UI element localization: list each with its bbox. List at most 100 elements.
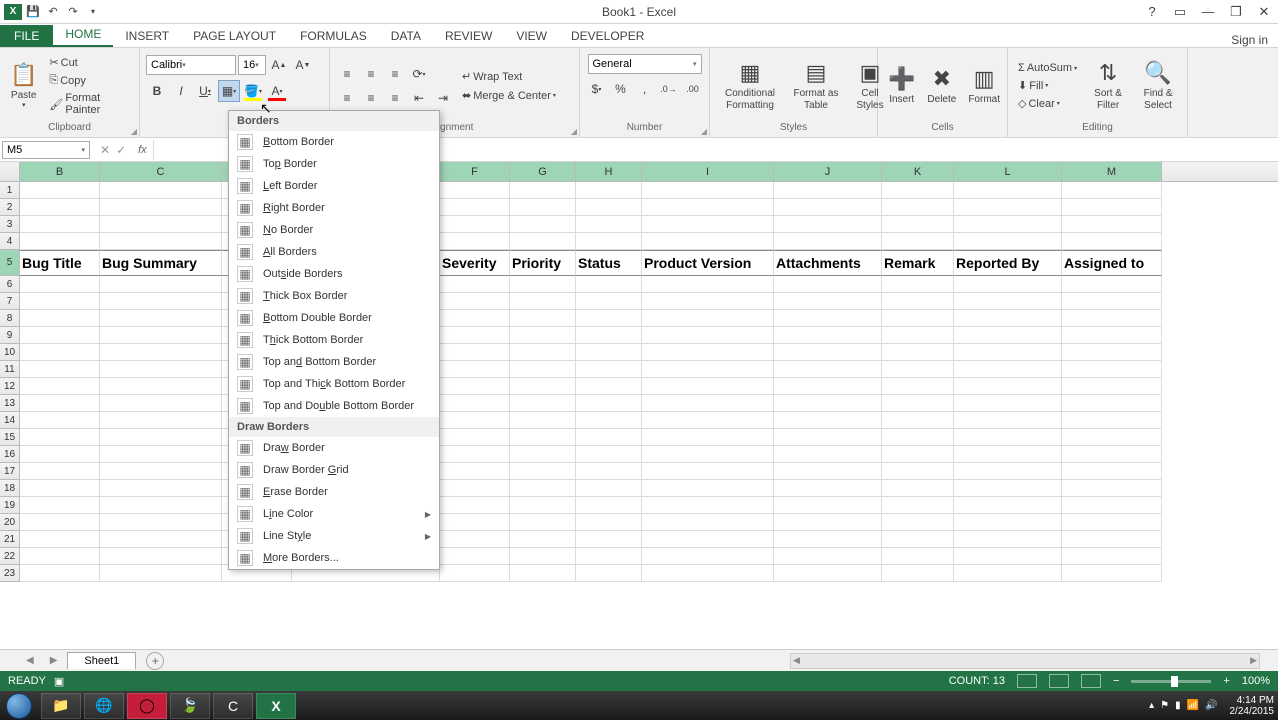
cell-I16[interactable] [642,446,774,463]
cell-C9[interactable] [100,327,222,344]
cell-B8[interactable] [20,310,100,327]
underline-button[interactable]: U▾ [194,80,216,102]
cell-M1[interactable] [1062,182,1162,199]
cell-F4[interactable] [440,233,510,250]
borders-menu-left[interactable]: ▦Left Border [229,175,439,197]
cell-H19[interactable] [576,497,642,514]
zoom-level[interactable]: 100% [1242,675,1270,687]
redo-button[interactable]: ↷ [64,3,82,21]
cell-K18[interactable] [882,480,954,497]
cell-J7[interactable] [774,293,882,310]
borders-menu-more[interactable]: ▦More Borders... [229,547,439,569]
tab-data[interactable]: DATA [379,25,433,47]
sign-in-link[interactable]: Sign in [1231,33,1278,47]
cell-H5[interactable]: Status [576,250,642,276]
tray-volume-icon[interactable]: 🔊 [1205,700,1217,711]
tray-flag-icon[interactable]: ⚑ [1160,700,1169,711]
cell-H3[interactable] [576,216,642,233]
cell-G21[interactable] [510,531,576,548]
cut-button[interactable]: ✂Cut [45,54,133,71]
increase-decimal-button[interactable]: .0→ [658,78,680,100]
row-header-14[interactable]: 14 [0,412,20,429]
minimize-button[interactable]: — [1198,3,1218,21]
zoom-out-button[interactable]: − [1113,675,1119,687]
cell-M10[interactable] [1062,344,1162,361]
cell-I9[interactable] [642,327,774,344]
cell-I3[interactable] [642,216,774,233]
cell-G9[interactable] [510,327,576,344]
cell-F11[interactable] [440,361,510,378]
font-name-combo[interactable]: Calibri▾ [146,55,236,75]
cell-I17[interactable] [642,463,774,480]
cell-C22[interactable] [100,548,222,565]
cell-L2[interactable] [954,199,1062,216]
cell-G18[interactable] [510,480,576,497]
zoom-in-button[interactable]: + [1223,675,1229,687]
cell-B13[interactable] [20,395,100,412]
cell-C4[interactable] [100,233,222,250]
cell-K16[interactable] [882,446,954,463]
row-header-18[interactable]: 18 [0,480,20,497]
cell-M6[interactable] [1062,276,1162,293]
cell-K10[interactable] [882,344,954,361]
cell-I13[interactable] [642,395,774,412]
cell-I22[interactable] [642,548,774,565]
cell-G11[interactable] [510,361,576,378]
tab-page-layout[interactable]: PAGE LAYOUT [181,25,288,47]
align-left-button[interactable]: ≡ [336,87,358,109]
cell-I14[interactable] [642,412,774,429]
cell-K6[interactable] [882,276,954,293]
tab-file[interactable]: FILE [0,25,53,47]
percent-format-button[interactable]: % [610,78,632,100]
save-button[interactable]: 💾 [24,3,42,21]
cell-J19[interactable] [774,497,882,514]
cell-F17[interactable] [440,463,510,480]
cell-M16[interactable] [1062,446,1162,463]
cell-F1[interactable] [440,182,510,199]
taskbar-clock[interactable]: 4:14 PM 2/24/2015 [1224,695,1275,717]
cell-J8[interactable] [774,310,882,327]
cell-G8[interactable] [510,310,576,327]
taskbar-explorer-icon[interactable]: 📁 [41,693,81,719]
borders-menu-none[interactable]: ▦No Border [229,219,439,241]
new-sheet-button[interactable]: + [146,652,164,670]
borders-menu-bottom-double[interactable]: ▦Bottom Double Border [229,307,439,329]
cell-J18[interactable] [774,480,882,497]
paste-button[interactable]: 📋 Paste ▾ [6,60,41,113]
cell-L3[interactable] [954,216,1062,233]
row-header-13[interactable]: 13 [0,395,20,412]
cell-H14[interactable] [576,412,642,429]
cell-M22[interactable] [1062,548,1162,565]
cell-G10[interactable] [510,344,576,361]
cell-M15[interactable] [1062,429,1162,446]
cell-J11[interactable] [774,361,882,378]
cell-B19[interactable] [20,497,100,514]
cell-B4[interactable] [20,233,100,250]
cell-F22[interactable] [440,548,510,565]
borders-menu-outside[interactable]: ▦Outside Borders [229,263,439,285]
cell-I19[interactable] [642,497,774,514]
cell-M14[interactable] [1062,412,1162,429]
row-header-4[interactable]: 4 [0,233,20,250]
borders-menu-bottom[interactable]: ▦Bottom Border [229,131,439,153]
ribbon-display-options-button[interactable]: ▭ [1170,3,1190,21]
cell-M8[interactable] [1062,310,1162,327]
row-header-12[interactable]: 12 [0,378,20,395]
fill-button[interactable]: ⬇Fill▾ [1014,77,1081,94]
page-break-view-button[interactable] [1081,674,1101,688]
page-layout-view-button[interactable] [1049,674,1069,688]
cell-F3[interactable] [440,216,510,233]
italic-button[interactable]: I [170,80,192,102]
cell-H9[interactable] [576,327,642,344]
cell-C12[interactable] [100,378,222,395]
cell-H8[interactable] [576,310,642,327]
cell-I5[interactable]: Product Version [642,250,774,276]
cell-M4[interactable] [1062,233,1162,250]
borders-button[interactable]: ▦▾ [218,80,240,102]
cell-F8[interactable] [440,310,510,327]
row-header-17[interactable]: 17 [0,463,20,480]
format-as-table-button[interactable]: ▤Format as Table [788,58,844,114]
cell-K8[interactable] [882,310,954,327]
cell-K23[interactable] [882,565,954,582]
cell-G6[interactable] [510,276,576,293]
